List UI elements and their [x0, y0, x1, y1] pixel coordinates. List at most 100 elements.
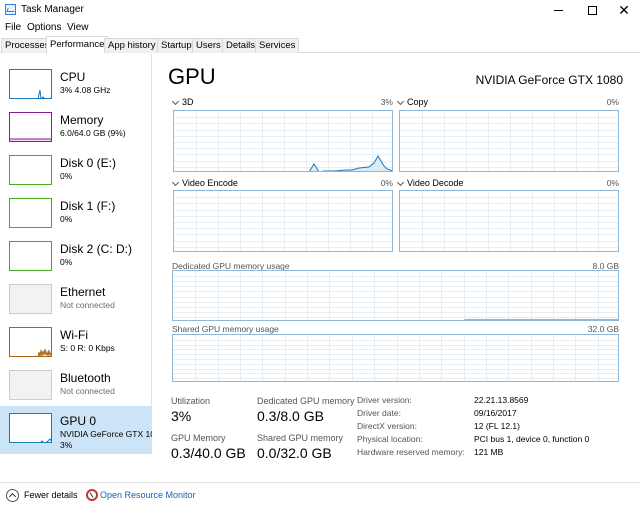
engine-selector-video-encode[interactable]: Video Encode — [171, 178, 238, 188]
tab-details[interactable]: Details — [222, 38, 260, 53]
sidebar-item-label: Disk 2 (C: D:) — [60, 242, 132, 256]
tab-performance[interactable]: Performance — [46, 36, 109, 54]
fewer-details-link[interactable]: Fewer details — [24, 490, 78, 500]
close-icon: ✕ — [618, 2, 630, 18]
driver-date-value: 09/16/2017 — [474, 408, 517, 418]
sidebar-item-bluetooth[interactable]: Bluetooth Not connected — [0, 363, 152, 405]
graph-copy — [399, 110, 619, 172]
chevron-down-icon — [396, 97, 405, 106]
sidebar-item-value: Not connected — [60, 300, 115, 310]
menu-view[interactable]: View — [67, 22, 89, 33]
sidebar-item-disk-1[interactable]: Disk 1 (F:) 0% — [0, 191, 152, 233]
sidebar-item-value-2: 3% — [60, 440, 73, 450]
chevron-up-circle-icon[interactable] — [6, 489, 19, 502]
disk-2-thumbnail-graph — [9, 241, 52, 271]
engine-percent: 0% — [380, 178, 393, 188]
engine-label: Video Decode — [407, 178, 464, 188]
sidebar-item-label: CPU — [60, 70, 86, 84]
directx-version-value: 12 (FL 12.1) — [474, 421, 520, 431]
sidebar-item-value: NVIDIA GeForce GTX 1080 — [60, 429, 152, 439]
graph-copy-grid — [400, 111, 618, 171]
engine-percent: 3% — [380, 97, 393, 107]
tab-bar: Processes Performance App history Startu… — [0, 36, 640, 54]
sidebar-item-wifi[interactable]: Wi-Fi S: 0 R: 0 Kbps — [0, 320, 152, 362]
sidebar-item-label: Memory — [60, 113, 104, 127]
cpu-thumbnail-graph — [9, 69, 52, 99]
tab-users[interactable]: Users — [192, 38, 225, 53]
menu-file[interactable]: File — [5, 22, 21, 33]
sidebar-item-label: Disk 1 (F:) — [60, 199, 116, 213]
physical-location-value: PCI bus 1, device 0, function 0 — [474, 434, 590, 444]
driver-version-value: 22.21.13.8569 — [474, 395, 529, 405]
dedicated-memory-value: 0.3/8.0 GB — [257, 408, 324, 424]
close-button[interactable]: ✕ — [606, 0, 640, 20]
sidebar-item-label: GPU 0 — [60, 414, 97, 428]
gpu-memory-value: 0.3/40.0 GB — [171, 445, 246, 461]
sidebar-item-value: 0% — [60, 214, 73, 224]
gpu-model-name: NVIDIA GeForce GTX 1080 — [475, 73, 623, 87]
graph-dedicated-memory-line — [463, 319, 618, 320]
shared-memory-max: 32.0 GB — [587, 324, 619, 334]
sidebar-item-value: S: 0 R: 0 Kbps — [60, 343, 115, 353]
tab-app-history[interactable]: App history — [104, 38, 160, 53]
minimize-icon — [553, 9, 563, 11]
graph-shared-memory — [172, 334, 619, 382]
shared-memory-graph-label: Shared GPU memory usage — [172, 324, 279, 334]
sidebar-item-label: Bluetooth — [60, 371, 111, 385]
maximize-button[interactable] — [574, 0, 610, 20]
title-bar: Task Manager ✕ — [0, 0, 640, 20]
graph-video-decode — [399, 190, 619, 252]
maximize-icon — [587, 5, 597, 15]
disk-0-thumbnail-graph — [9, 155, 52, 185]
sidebar-item-ethernet[interactable]: Ethernet Not connected — [0, 277, 152, 319]
shared-memory-label: Shared GPU memory — [257, 433, 344, 443]
sidebar-item-value: 3% 4.08 GHz — [60, 85, 111, 95]
minimize-button[interactable] — [540, 0, 576, 20]
engine-selector-3d[interactable]: 3D — [171, 97, 194, 107]
engine-selector-video-decode[interactable]: Video Decode — [396, 178, 464, 188]
graph-3d-line — [309, 155, 392, 171]
driver-date-key: Driver date: — [357, 408, 401, 418]
graph-video-encode — [173, 190, 393, 252]
task-manager-icon — [5, 4, 16, 15]
sidebar-item-memory[interactable]: Memory 6.0/64.0 GB (9%) — [0, 105, 152, 147]
gpu-thumbnail-graph — [9, 413, 52, 443]
open-resource-monitor-link[interactable]: Open Resource Monitor — [100, 490, 196, 500]
dedicated-memory-label: Dedicated GPU memory — [257, 396, 355, 406]
utilization-label: Utilization — [171, 396, 211, 406]
sidebar-item-label: Wi-Fi — [60, 328, 88, 342]
physical-location-key: Physical location: — [357, 434, 423, 444]
sidebar-item-disk-0[interactable]: Disk 0 (E:) 0% — [0, 148, 152, 190]
engine-label: Video Encode — [182, 178, 238, 188]
utilization-value: 3% — [171, 408, 192, 424]
resource-monitor-icon — [86, 489, 98, 501]
shared-memory-value: 0.0/32.0 GB — [257, 445, 332, 461]
sidebar-item-disk-2[interactable]: Disk 2 (C: D:) 0% — [0, 234, 152, 276]
sidebar-item-cpu[interactable]: CPU 3% 4.08 GHz — [0, 62, 152, 104]
sidebar-item-value: 0% — [60, 171, 73, 181]
directx-version-key: DirectX version: — [357, 421, 417, 431]
hardware-reserved-memory-value: 121 MB — [474, 447, 504, 457]
sidebar-item-gpu-0[interactable]: GPU 0 NVIDIA GeForce GTX 1080 3% — [0, 406, 152, 454]
disk-1-thumbnail-graph — [9, 198, 52, 228]
engine-percent: 0% — [606, 97, 619, 107]
tab-services[interactable]: Services — [255, 38, 300, 53]
engine-selector-copy[interactable]: Copy — [396, 97, 429, 107]
menu-options[interactable]: Options — [27, 22, 61, 33]
footer-bar: Fewer details Open Resource Monitor — [0, 482, 640, 512]
menu-bar: File Options View — [0, 20, 640, 36]
sidebar-item-value: 0% — [60, 257, 73, 267]
tab-startup[interactable]: Startup — [157, 38, 196, 53]
sidebar-item-value: Not connected — [60, 386, 115, 396]
chevron-down-icon — [171, 178, 180, 187]
chevron-down-icon — [396, 178, 405, 187]
graph-3d — [173, 110, 393, 172]
engine-label: Copy — [407, 97, 429, 107]
graph-video-decode-grid — [400, 191, 618, 251]
page-title: GPU — [168, 64, 216, 89]
ethernet-thumbnail-graph — [9, 284, 52, 314]
bluetooth-thumbnail-graph — [9, 370, 52, 400]
gpu-details-panel: GPU NVIDIA GeForce GTX 1080 3D 3% Copy 0… — [163, 62, 633, 462]
engine-percent: 0% — [606, 178, 619, 188]
chevron-down-icon — [171, 97, 180, 106]
